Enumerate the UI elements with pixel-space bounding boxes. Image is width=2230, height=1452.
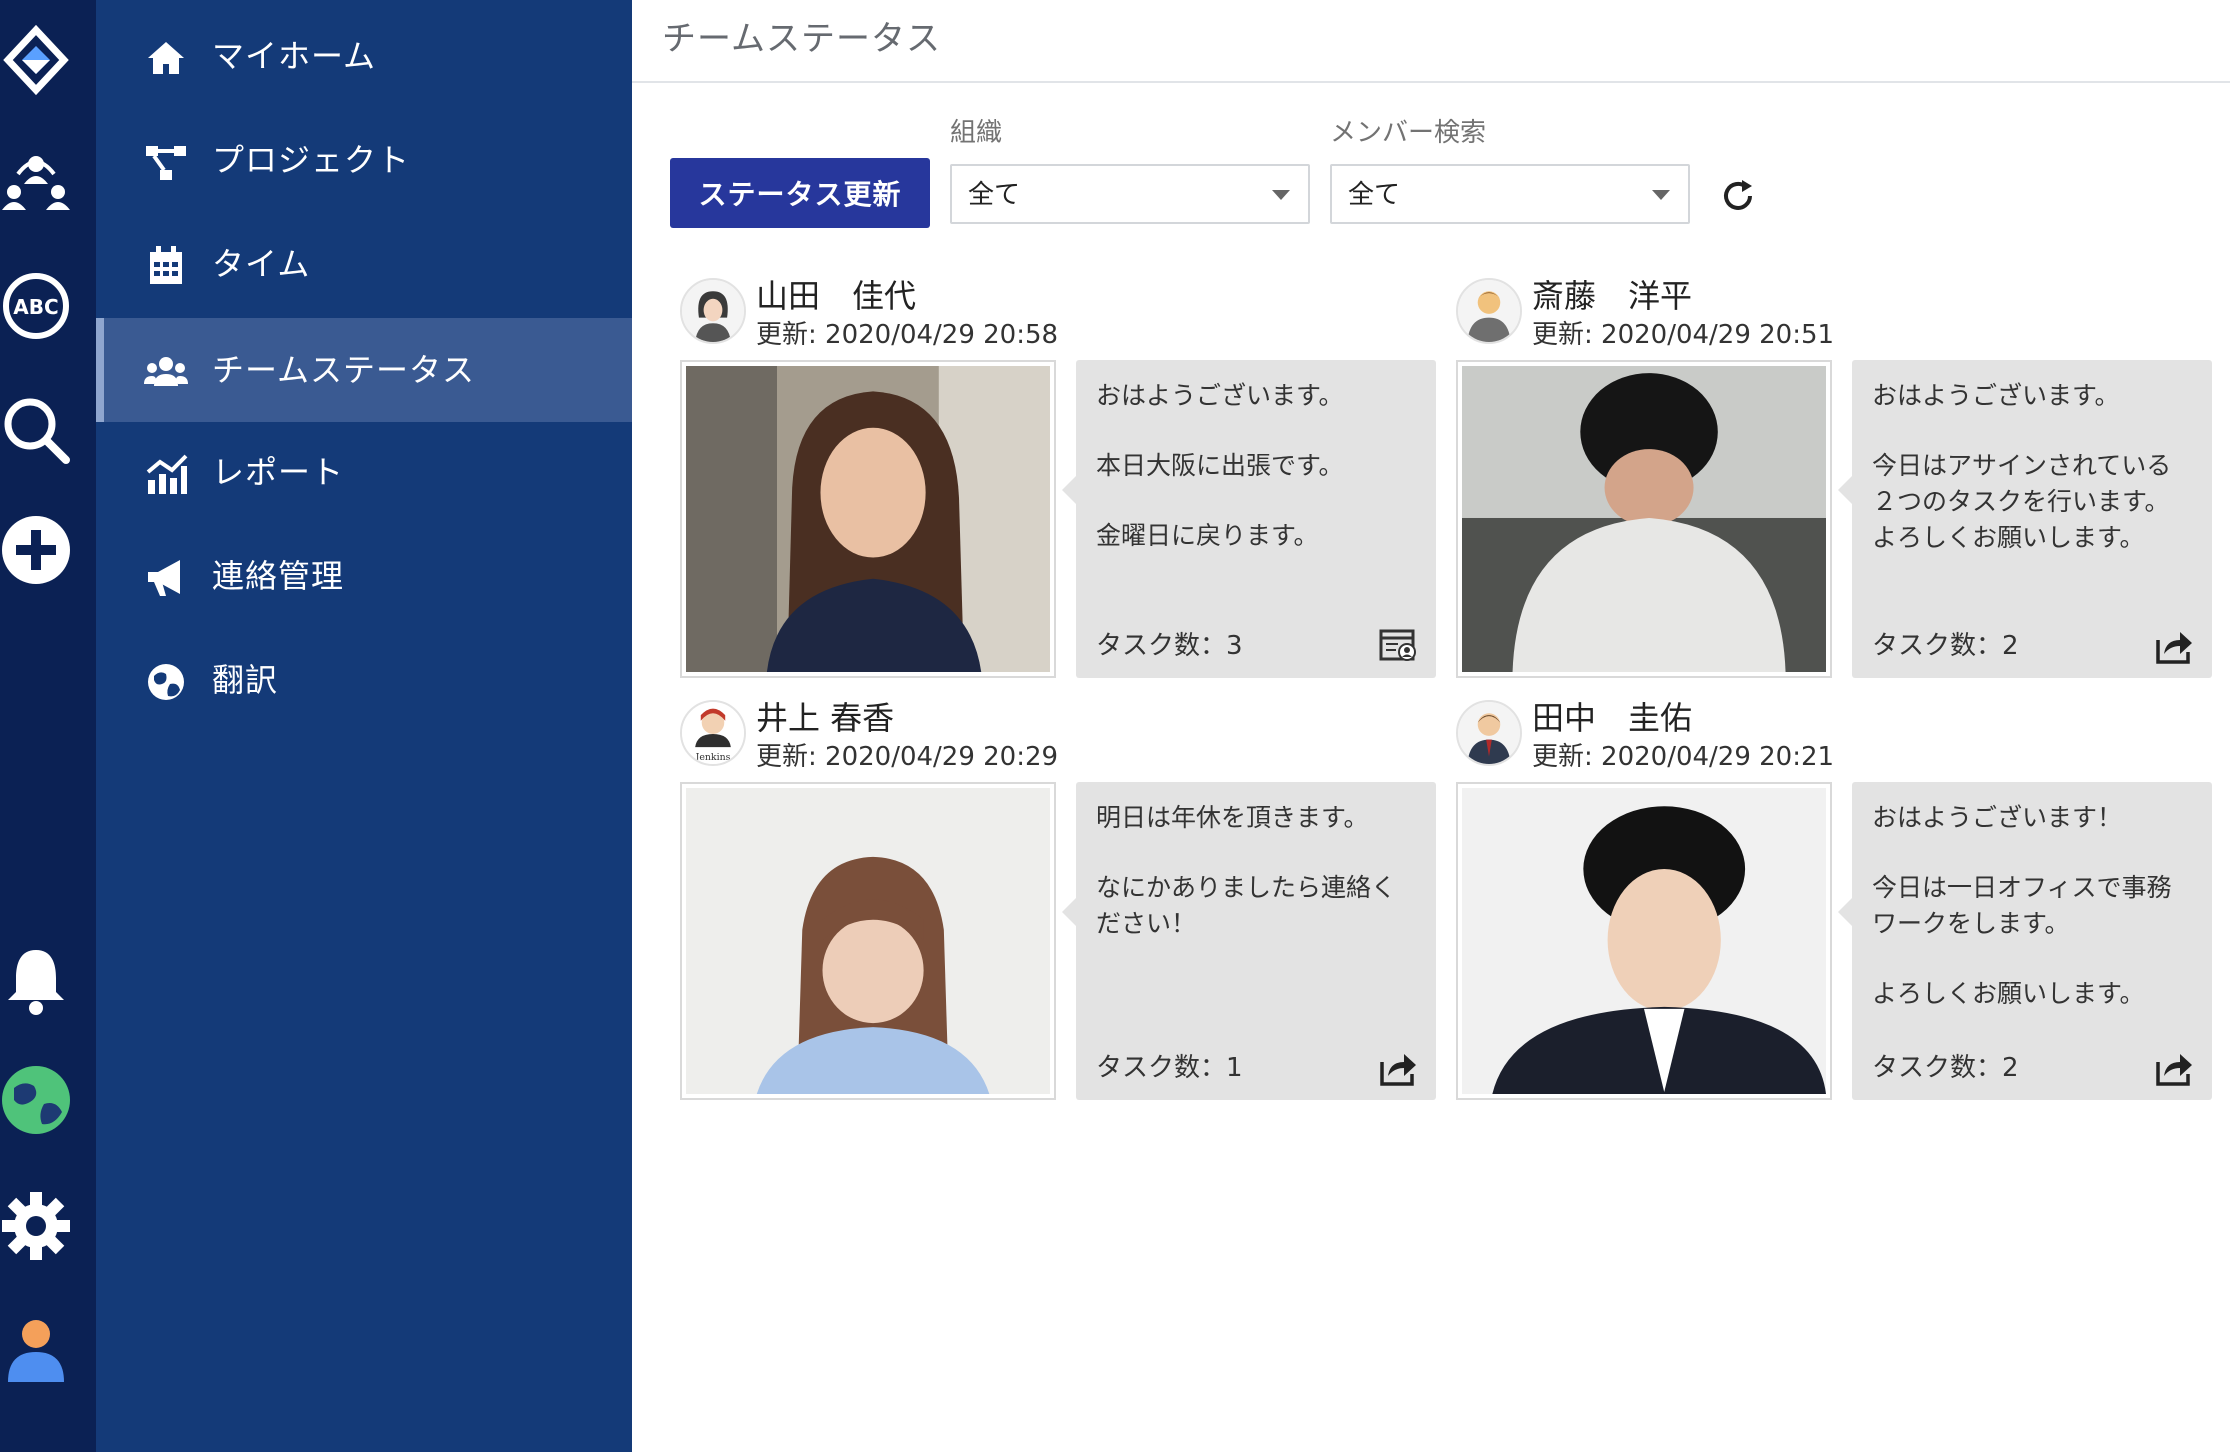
member-photo[interactable] <box>680 782 1056 1100</box>
message-line: 本日大阪に出張です。 <box>1096 451 1344 480</box>
member-card: 山田 佳代 更新: 2020/04/29 20:58 おはようございます。 本日… <box>680 277 1450 698</box>
message-line: おはようございます！ <box>1872 803 2123 832</box>
member-photo[interactable] <box>1456 360 1832 678</box>
logo-icon[interactable] <box>0 20 72 100</box>
sidebar-item-label: タイム <box>212 245 311 283</box>
sidebar-item-label: チームステータス <box>212 351 476 389</box>
task-count: タスク数：2 <box>1872 631 2019 661</box>
sidebar-item-translate[interactable]: 翻訳 <box>96 628 632 732</box>
sidebar-item-time[interactable]: タイム <box>96 212 632 316</box>
member-search-label: メンバー検索 <box>1330 118 1487 148</box>
share-icon[interactable] <box>2154 626 2194 666</box>
globe-icon <box>144 660 188 704</box>
settings-icon[interactable] <box>0 1186 72 1266</box>
message-line: ワークをします。 <box>1872 909 2070 938</box>
home-icon <box>144 36 188 80</box>
chevron-down-icon <box>1272 190 1290 200</box>
message-line: 明日は年休を頂きます。 <box>1096 803 1369 832</box>
org-select[interactable]: 全て <box>950 164 1310 224</box>
svg-text:ABC: ABC <box>13 295 58 319</box>
calendar-icon <box>144 244 188 288</box>
chevron-down-icon <box>1652 190 1670 200</box>
avatar[interactable]: Jenkins <box>680 700 746 766</box>
message-line: 今日は一日オフィスで事務 <box>1872 873 2172 902</box>
user-icon[interactable] <box>0 1310 72 1390</box>
status-message: おはようございます。 本日大阪に出張です。 金曜日に戻ります。 タスク数：3 <box>1062 360 1436 678</box>
member-search-select[interactable]: 全て <box>1330 164 1690 224</box>
share-icon[interactable] <box>2154 1048 2194 1088</box>
message-line: 金曜日に戻ります。 <box>1096 521 1319 550</box>
member-name: 斎藤 洋平 <box>1532 277 1693 315</box>
avatar[interactable] <box>1456 700 1522 766</box>
member-card: Jenkins 井上 春香 更新: 2020/04/29 20:29 明日は年休… <box>680 699 1450 1120</box>
status-message: おはようございます。 今日はアサインされている ２つのタスクを行います。 よろし… <box>1838 360 2212 678</box>
sidebar: マイホーム プロジェクト タイム チームステータス レポート 連絡管理 翻訳 <box>96 0 632 1452</box>
member-photo[interactable] <box>680 360 1056 678</box>
org-select-value: 全て <box>968 180 1021 210</box>
member-card: 斎藤 洋平 更新: 2020/04/29 20:51 おはようございます。 今日… <box>1456 277 2226 698</box>
page-title: チームステータス <box>662 19 941 59</box>
sidebar-item-project[interactable]: プロジェクト <box>96 108 632 212</box>
member-updated: 更新: 2020/04/29 20:29 <box>756 742 1059 772</box>
globe-icon[interactable] <box>0 1060 72 1140</box>
message-line: よろしくお願いします。 <box>1872 523 2145 552</box>
sidebar-item-myhome[interactable]: マイホーム <box>96 4 632 108</box>
calendar-user-icon[interactable] <box>1378 626 1418 666</box>
member-name: 井上 春香 <box>756 699 895 737</box>
status-message: おはようございます！ 今日は一日オフィスで事務 ワークをします。 よろしくお願い… <box>1838 782 2212 1100</box>
project-icon <box>144 140 188 184</box>
users-icon <box>144 350 188 394</box>
abc-icon[interactable]: ABC <box>0 266 72 346</box>
org-label: 組織 <box>950 118 1003 148</box>
message-line: 今日はアサインされている <box>1872 451 2172 480</box>
svg-text:Jenkins: Jenkins <box>695 752 731 763</box>
message-line: よろしくお願いします。 <box>1872 979 2145 1008</box>
sidebar-item-label: マイホーム <box>212 37 377 75</box>
team-icon[interactable] <box>0 140 72 220</box>
member-updated: 更新: 2020/04/29 20:21 <box>1532 742 1835 772</box>
search-icon[interactable] <box>0 390 72 470</box>
sidebar-item-label: プロジェクト <box>212 141 411 179</box>
sidebar-item-team-status[interactable]: チームステータス <box>96 318 632 422</box>
message-line: おはようございます。 <box>1096 381 1344 410</box>
bell-icon[interactable] <box>0 940 72 1020</box>
message-line: ださい！ <box>1096 909 1197 938</box>
sidebar-item-contact[interactable]: 連絡管理 <box>96 524 632 628</box>
avatar[interactable] <box>1456 278 1522 344</box>
icon-rail: ABC <box>0 0 96 1452</box>
sidebar-item-label: 翻訳 <box>212 661 279 699</box>
share-icon[interactable] <box>1378 1048 1418 1088</box>
task-count: タスク数：2 <box>1872 1053 2019 1083</box>
avatar[interactable] <box>680 278 746 344</box>
add-icon[interactable] <box>0 510 72 590</box>
sidebar-item-label: レポート <box>212 453 345 491</box>
sidebar-item-label: 連絡管理 <box>212 557 345 595</box>
member-select-value: 全て <box>1348 180 1401 210</box>
page-header: チームステータス <box>632 0 2230 83</box>
sidebar-item-report[interactable]: レポート <box>96 420 632 524</box>
member-photo[interactable] <box>1456 782 1832 1100</box>
status-message: 明日は年休を頂きます。 なにかありましたら連絡く ださい！ タスク数：1 <box>1062 782 1436 1100</box>
member-updated: 更新: 2020/04/29 20:58 <box>756 320 1059 350</box>
status-update-button[interactable]: ステータス更新 <box>670 158 930 228</box>
message-line: おはようございます。 <box>1872 381 2120 410</box>
message-line: ２つのタスクを行います。 <box>1872 487 2170 516</box>
message-line: なにかありましたら連絡く <box>1096 873 1397 902</box>
member-name: 山田 佳代 <box>756 277 917 315</box>
megaphone-icon <box>144 556 188 600</box>
member-name: 田中 圭佑 <box>1532 699 1693 737</box>
chart-icon <box>144 452 188 496</box>
task-count: タスク数：1 <box>1096 1053 1243 1083</box>
refresh-icon[interactable] <box>1718 176 1758 216</box>
member-card: 田中 圭佑 更新: 2020/04/29 20:21 おはようございます！ 今日… <box>1456 699 2226 1120</box>
task-count: タスク数：3 <box>1096 631 1243 661</box>
member-updated: 更新: 2020/04/29 20:51 <box>1532 320 1835 350</box>
